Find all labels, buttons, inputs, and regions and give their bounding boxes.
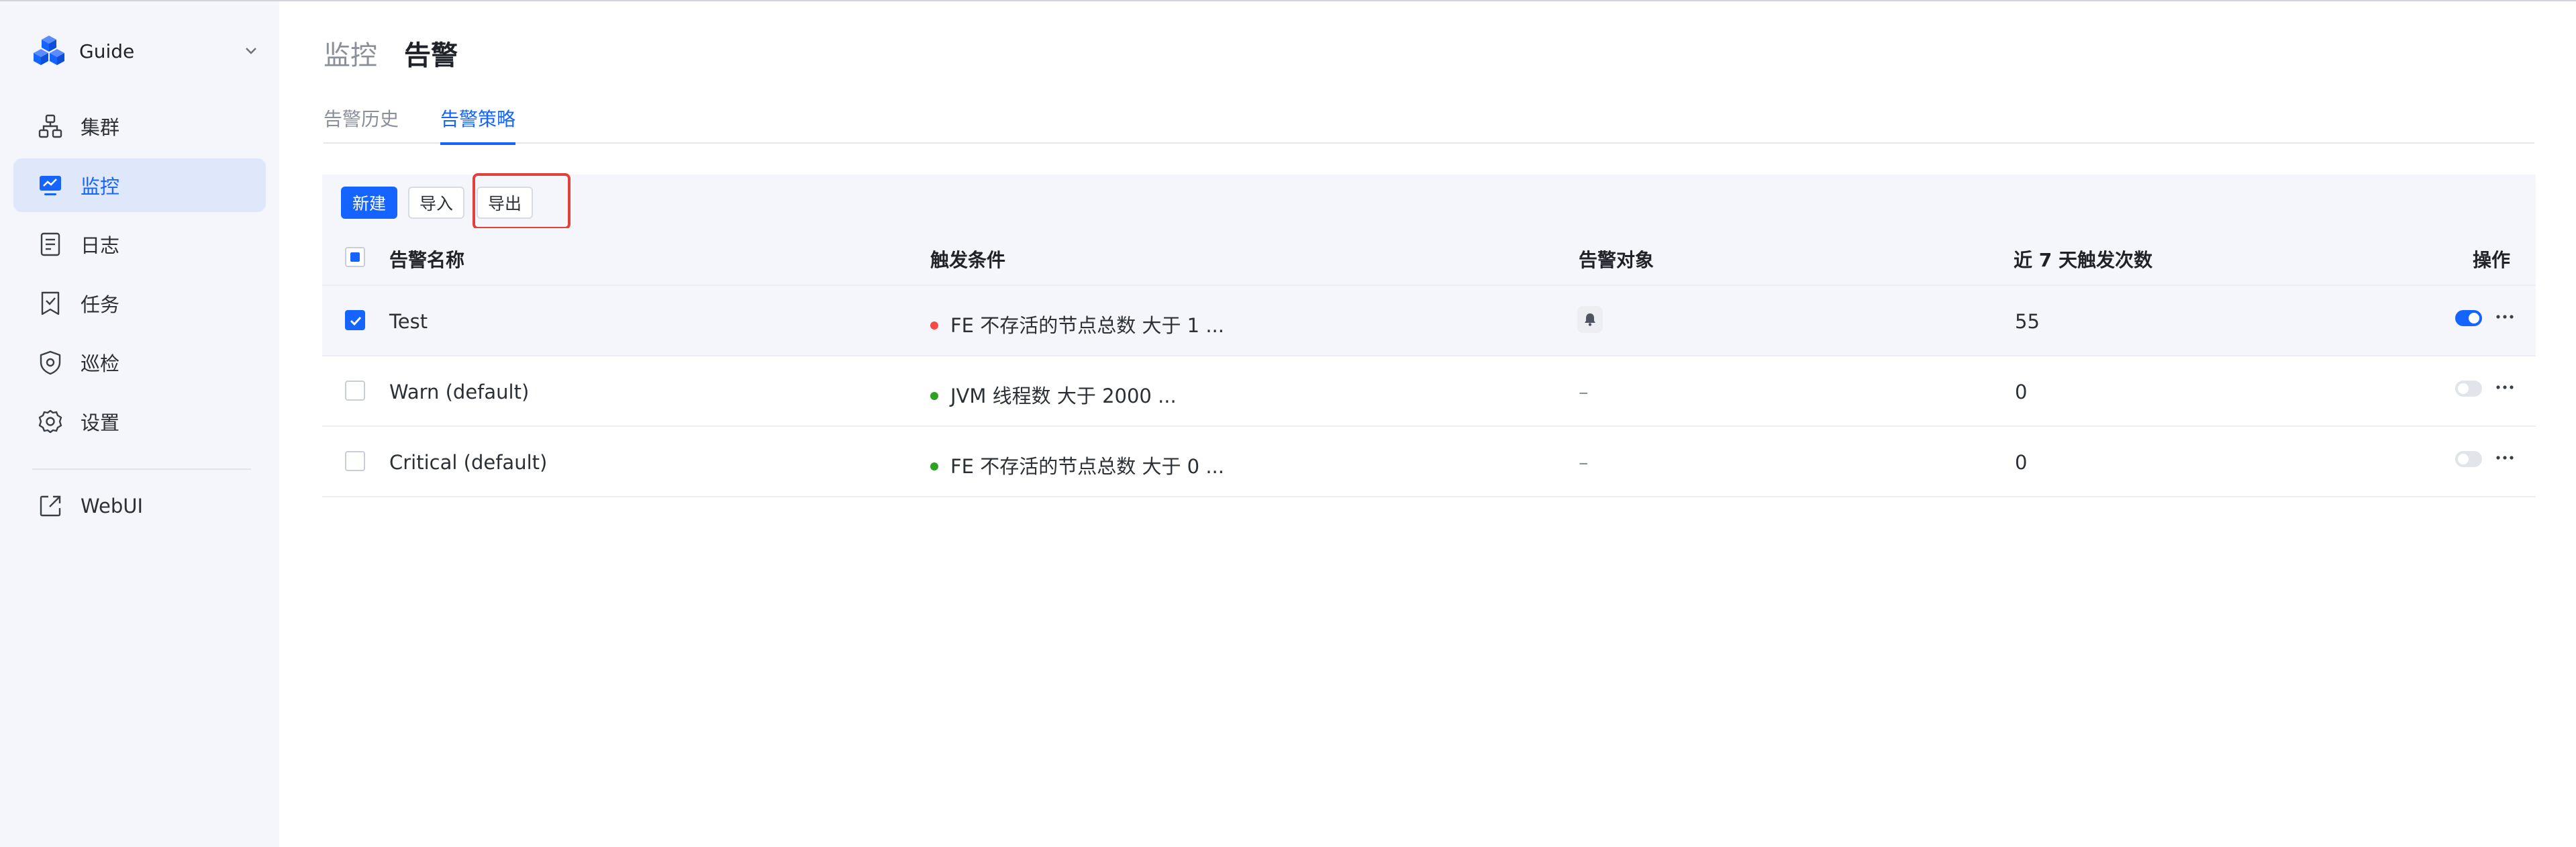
alert-condition: FE 不存活的节点总数 大于 1 ... <box>930 310 1224 338</box>
sidebar-item-webui[interactable]: WebUI <box>13 479 266 533</box>
sidebar-item-log[interactable]: 日志 <box>13 217 266 271</box>
enable-toggle[interactable] <box>2455 381 2482 397</box>
alert-policy-table: 告警名称 触发条件 告警对象 近 7 天触发次数 操作 Test FE 不存活的… <box>322 228 2536 497</box>
alert-target-bell[interactable] <box>1577 306 1603 333</box>
sidebar: Guide 集群 监控 日志 任务 巡检 设置 WebUI <box>0 1 279 847</box>
column-header-target: 告警对象 <box>1579 249 1654 271</box>
column-header-condition: 触发条件 <box>930 249 1006 271</box>
workspace-name: Guide <box>79 40 135 62</box>
select-all-checkbox[interactable] <box>345 247 365 267</box>
new-button[interactable]: 新建 <box>341 187 397 219</box>
condition-text: FE 不存活的节点总数 大于 0 ... <box>950 455 1224 478</box>
tab-bar: 告警历史 告警策略 <box>324 103 2534 145</box>
row-checkbox[interactable] <box>345 451 365 471</box>
toolbar: 新建 导入 <box>322 175 2536 228</box>
condition-text: FE 不存活的节点总数 大于 1 ... <box>950 314 1224 337</box>
cubes-logo-icon <box>34 36 64 65</box>
sidebar-item-inspect[interactable]: 巡检 <box>13 336 266 389</box>
gear-icon <box>38 409 62 434</box>
tab-alert-policy[interactable]: 告警策略 <box>440 105 516 145</box>
sidebar-item-label: 日志 <box>81 234 120 257</box>
trigger-count: 0 <box>2015 381 2028 403</box>
alert-name: Test <box>389 310 428 333</box>
status-dot-green <box>930 392 938 400</box>
sidebar-item-label: 巡检 <box>81 352 120 375</box>
sidebar-item-label: 设置 <box>81 411 120 434</box>
toggle-knob <box>2469 313 2479 323</box>
alert-name: Critical (default) <box>389 451 548 474</box>
alert-target-empty: – <box>1579 451 1589 474</box>
alert-target-empty: – <box>1579 381 1589 403</box>
table-row[interactable]: Critical (default) FE 不存活的节点总数 大于 0 ... … <box>322 427 2536 497</box>
alert-name: Warn (default) <box>389 381 530 403</box>
table-row[interactable]: Test FE 不存活的节点总数 大于 1 ... 55 <box>322 286 2536 356</box>
breadcrumb-parent[interactable]: 监控 <box>324 34 377 72</box>
enable-toggle[interactable] <box>2455 451 2482 467</box>
toggle-knob <box>2458 454 2469 464</box>
status-dot-green <box>930 462 938 470</box>
main-content: 监控 告警 告警历史 告警策略 新建 导入 导出 告警名称 触发条件 告警对象 … <box>279 1 2576 847</box>
trigger-count: 0 <box>2015 451 2028 474</box>
condition-text: JVM 线程数 大于 2000 ... <box>950 385 1177 407</box>
enable-toggle[interactable] <box>2455 310 2482 326</box>
workspace-switcher[interactable]: Guide <box>32 30 260 72</box>
row-checkbox[interactable] <box>345 381 365 401</box>
table-row[interactable]: Warn (default) JVM 线程数 大于 2000 ... – 0 <box>322 356 2536 427</box>
table-header: 告警名称 触发条件 告警对象 近 7 天触发次数 操作 <box>322 228 2536 286</box>
sidebar-item-monitor[interactable]: 监控 <box>13 158 266 212</box>
external-link-icon <box>40 495 61 517</box>
tab-alert-history[interactable]: 告警历史 <box>324 105 399 144</box>
page-title: 告警 <box>404 40 458 71</box>
sidebar-item-label: 任务 <box>81 293 120 316</box>
toggle-knob <box>2458 383 2469 394</box>
more-actions-icon[interactable] <box>2491 444 2518 471</box>
column-header-actions: 操作 <box>2473 249 2511 271</box>
alert-condition: FE 不存活的节点总数 大于 0 ... <box>930 451 1224 479</box>
sidebar-item-settings[interactable]: 设置 <box>13 395 266 448</box>
sidebar-divider <box>32 468 251 470</box>
column-header-name: 告警名称 <box>389 249 465 271</box>
task-icon <box>41 291 60 315</box>
inspect-shield-icon <box>40 350 61 375</box>
monitor-icon <box>40 176 61 195</box>
sidebar-item-cluster[interactable]: 集群 <box>13 99 266 153</box>
row-checkbox[interactable] <box>345 310 365 330</box>
alert-condition: JVM 线程数 大于 2000 ... <box>930 381 1177 409</box>
import-button[interactable]: 导入 <box>408 187 464 219</box>
bell-icon <box>1585 313 1595 326</box>
status-dot-red <box>930 321 938 330</box>
cluster-icon <box>38 114 62 138</box>
trigger-count: 55 <box>2015 310 2040 333</box>
sidebar-item-task[interactable]: 任务 <box>13 277 266 330</box>
sidebar-item-label: 监控 <box>81 175 120 198</box>
column-header-count: 近 7 天触发次数 <box>2014 249 2152 271</box>
more-actions-icon[interactable] <box>2491 303 2518 330</box>
more-actions-icon[interactable] <box>2491 374 2518 401</box>
chevron-down-icon <box>246 48 256 54</box>
sidebar-item-label: 集群 <box>81 116 120 139</box>
breadcrumb: 监控 告警 <box>324 34 458 72</box>
check-icon <box>350 316 362 326</box>
sidebar-item-label: WebUI <box>81 495 144 517</box>
log-icon <box>40 232 60 256</box>
export-button[interactable]: 导出 <box>477 187 533 219</box>
